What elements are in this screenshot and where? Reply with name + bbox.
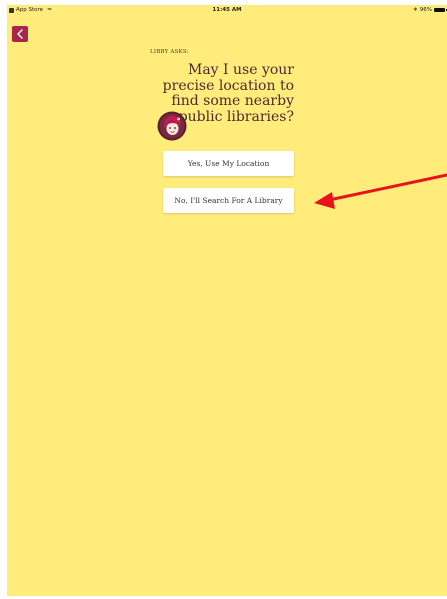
libby-avatar-icon [157,111,187,141]
status-time: 11:45 AM [212,7,242,13]
chevron-left-icon [17,29,23,39]
battery-percent: 96% [419,7,432,13]
libby-asks-label: LIBBY ASKS: [150,49,189,55]
status-right: ∗ 96% [412,6,447,13]
battery-icon [434,8,447,12]
bluetooth-icon: ∗ [412,6,418,13]
search-library-button[interactable]: No, I'll Search For A Library [163,188,294,213]
app-screen: App Store ≈ 11:45 AM ∗ 96% LIBBY ASKS: M… [7,5,447,596]
back-button[interactable] [12,26,28,42]
use-location-button[interactable]: Yes, Use My Location [163,151,294,176]
status-bar: App Store ≈ 11:45 AM ∗ 96% [7,5,447,17]
